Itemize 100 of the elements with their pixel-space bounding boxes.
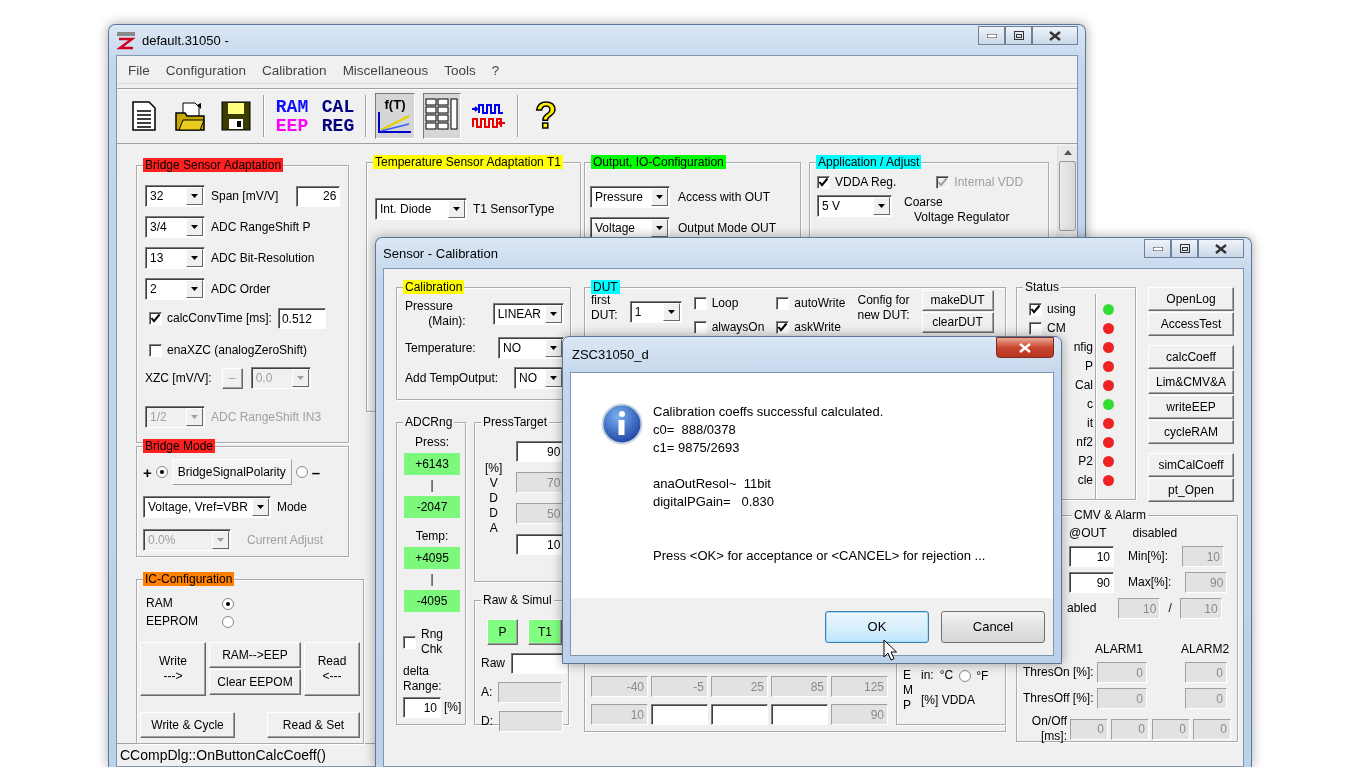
input-field[interactable] xyxy=(651,704,708,725)
input-field[interactable]: 26 xyxy=(296,185,341,207)
dropdown[interactable]: 13 xyxy=(145,247,205,269)
scrollbar[interactable] xyxy=(1057,146,1077,237)
dropdown[interactable]: Voltage xyxy=(590,217,670,239)
toolbar-button[interactable] xyxy=(423,93,461,139)
scroll-up-icon[interactable] xyxy=(1063,150,1072,155)
dropdown[interactable]: 32 xyxy=(145,185,205,207)
input-field[interactable]: 90 xyxy=(1069,572,1114,593)
radio-button[interactable] xyxy=(222,597,234,610)
dropdown[interactable]: 2 xyxy=(145,278,205,300)
restore-icon xyxy=(1179,244,1190,253)
checkbox[interactable]: enaXZC (analogZeroShift) xyxy=(149,343,308,358)
button[interactable]: cycleRAM xyxy=(1148,420,1234,444)
button[interactable]: pt_Open xyxy=(1148,478,1234,502)
dialog-button[interactable]: Cancel xyxy=(941,610,1045,643)
checkbox[interactable]: askWrite xyxy=(776,320,846,335)
button[interactable]: Write ---> xyxy=(140,642,206,696)
radio-button[interactable]: °F xyxy=(959,668,989,683)
dropdown[interactable]: 1 xyxy=(629,301,682,323)
button[interactable]: writeEEP xyxy=(1148,395,1234,419)
checkbox[interactable]: Rng Chk xyxy=(403,627,443,657)
window-title: Sensor - Calibration xyxy=(383,245,498,261)
close-button[interactable] xyxy=(996,337,1054,358)
dropdown[interactable]: Int. Diode xyxy=(375,198,467,220)
checkbox[interactable]: alwaysOn xyxy=(693,320,765,335)
maximize-button[interactable] xyxy=(1171,239,1198,258)
input-field[interactable]: 0.512 xyxy=(277,308,326,329)
field-label: ALARM2 xyxy=(1181,642,1230,657)
radio-button[interactable] xyxy=(222,615,234,628)
button[interactable]: makeDUT xyxy=(921,290,994,311)
dropdown[interactable]: LINEAR xyxy=(492,303,564,325)
checkbox[interactable]: autoWrite xyxy=(776,296,846,311)
field-label: Mode xyxy=(276,499,307,515)
dialog-button[interactable]: OK xyxy=(825,610,929,643)
caret-icon xyxy=(191,415,198,419)
toolbar-button[interactable]: f(T) xyxy=(375,93,415,139)
input-field[interactable]: 10 xyxy=(1069,546,1114,567)
menu-item[interactable]: Miscellaneous xyxy=(334,63,437,78)
button[interactable]: Read <--- xyxy=(304,642,360,696)
checkmark-icon xyxy=(937,177,949,188)
dropdown[interactable]: NO xyxy=(498,337,564,359)
minimize-button[interactable] xyxy=(978,26,1005,45)
checkbox[interactable]: Loop xyxy=(693,296,765,311)
field-label: Span [mV/V] xyxy=(211,188,279,204)
menu-item[interactable]: File xyxy=(120,63,158,78)
dropdown[interactable]: 5 V xyxy=(817,195,892,217)
field-label: E M P xyxy=(903,668,913,713)
text-box: BridgeSignalPolarity xyxy=(171,459,292,485)
toolbar-button[interactable]: RAM EEP xyxy=(273,93,311,139)
button[interactable]: Write & Cycle xyxy=(140,712,235,738)
button[interactable]: AccessTest xyxy=(1148,312,1234,336)
cursor-icon xyxy=(883,639,897,661)
menu-item[interactable]: Tools xyxy=(436,63,484,78)
button[interactable]: T1 xyxy=(528,619,562,645)
field-label: Max[%]: xyxy=(1128,575,1172,590)
minimize-button[interactable] xyxy=(1144,239,1171,258)
button[interactable]: OpenLog xyxy=(1148,287,1234,311)
field-label: EEPROM xyxy=(146,614,199,629)
input-field[interactable]: 90 xyxy=(516,441,565,462)
button[interactable]: RAM-->EEP xyxy=(209,642,301,668)
checkbox[interactable]: using xyxy=(1029,302,1093,317)
button[interactable]: Clear EEPOM xyxy=(209,669,301,695)
input-field[interactable] xyxy=(711,704,768,725)
dropdown[interactable]: 3/4 xyxy=(145,216,205,238)
input-field[interactable]: 10 xyxy=(516,534,565,555)
field-label: ALARM1 xyxy=(1095,642,1144,657)
message-text: Calibration coeffs successful calculated. xyxy=(653,403,885,421)
value-display: +6143 xyxy=(404,453,460,475)
input-field[interactable]: 10 xyxy=(403,697,441,718)
close-button[interactable] xyxy=(1198,239,1244,258)
field-label: it xyxy=(1086,416,1093,431)
checkbox[interactable]: CM xyxy=(1029,321,1093,336)
dropdown[interactable]: NO xyxy=(514,367,564,389)
close-button[interactable] xyxy=(1032,26,1078,45)
checkbox[interactable]: calcConvTime [ms]: xyxy=(149,311,272,326)
scroll-thumb[interactable] xyxy=(1059,161,1076,231)
button[interactable]: Read & Set xyxy=(267,712,360,738)
field-label: ThresOn [%]: xyxy=(1023,665,1095,680)
input-field[interactable] xyxy=(511,653,567,674)
dropdown[interactable]: Voltage, Vref=VBR xyxy=(143,496,271,518)
button[interactable]: P xyxy=(487,619,518,645)
field-label: Temp: xyxy=(415,529,449,544)
button[interactable]: simCalCoeff xyxy=(1148,453,1234,477)
input-field[interactable] xyxy=(771,704,828,725)
toolbar-button[interactable]: CAL REG xyxy=(319,93,357,139)
menu-item[interactable]: ? xyxy=(483,63,508,78)
radio-button[interactable] xyxy=(155,466,168,478)
button[interactable]: calcCoeff xyxy=(1148,345,1234,369)
button[interactable]: Lim&CMV&A xyxy=(1148,370,1234,394)
checkmark-icon xyxy=(150,313,161,324)
field-label: T1 SensorType xyxy=(473,201,555,217)
button[interactable]: clearDUT xyxy=(921,312,994,333)
radio-button[interactable] xyxy=(295,466,308,478)
dropdown[interactable]: Pressure xyxy=(590,186,670,208)
menu-item[interactable]: Configuration xyxy=(157,63,255,78)
menu-item[interactable]: Calibration xyxy=(254,63,335,78)
maximize-button[interactable] xyxy=(1005,26,1032,45)
caret-icon xyxy=(191,256,198,260)
checkbox[interactable]: VDDA Reg. xyxy=(817,175,897,190)
